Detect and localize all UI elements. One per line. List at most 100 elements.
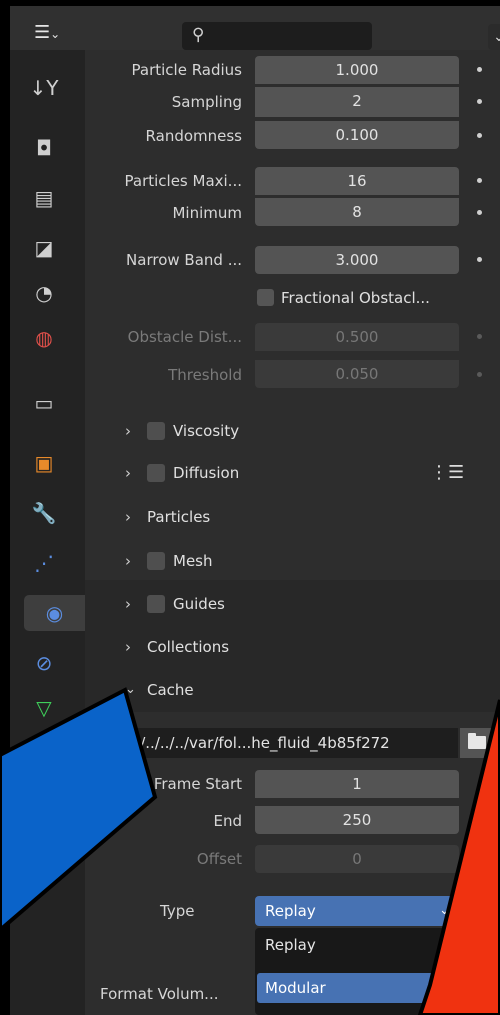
particles-label: Particles bbox=[147, 508, 211, 526]
output-tab-icon[interactable]: ▤ bbox=[24, 180, 64, 216]
randomness-row: Randomness 0.100 bbox=[85, 120, 500, 152]
particle-radius-field[interactable]: 1.000 bbox=[255, 56, 459, 84]
option-replay[interactable]: Replay bbox=[257, 930, 456, 960]
cache-panel-header[interactable]: ⌄ Cache bbox=[85, 670, 500, 710]
threshold-row: Threshold 0.050 bbox=[85, 359, 500, 391]
threshold-label: Threshold bbox=[168, 366, 242, 384]
threshold-field[interactable]: 0.050 bbox=[255, 360, 459, 388]
mesh-panel-header[interactable]: › Mesh bbox=[85, 541, 500, 581]
keyframe-dot-icon[interactable] bbox=[477, 257, 482, 262]
format-volumes-label: Format Volum... bbox=[100, 985, 219, 1003]
obstacle-distance-field[interactable]: 0.500 bbox=[255, 323, 459, 351]
guides-panel-header[interactable]: › Guides bbox=[85, 584, 500, 624]
keyframe-dot-icon[interactable] bbox=[477, 334, 482, 339]
editor-type-button[interactable]: ☰⌄ bbox=[34, 20, 74, 46]
obstacle-distance-label: Obstacle Dist... bbox=[127, 328, 242, 346]
collection-tab-icon[interactable]: ▭ bbox=[24, 385, 64, 421]
chevron-down-icon: ⌄ bbox=[50, 27, 61, 41]
collections-panel-header[interactable]: › Collections bbox=[85, 627, 500, 667]
sampling-row: Sampling 2 bbox=[85, 86, 500, 118]
offset-label: Offset bbox=[196, 850, 242, 868]
particles-maximum-label: Particles Maxi... bbox=[124, 172, 243, 190]
chevron-down-icon: ⌄ bbox=[125, 682, 136, 697]
mesh-checkbox[interactable] bbox=[147, 552, 165, 570]
render-tab-icon[interactable]: ◘ bbox=[24, 130, 64, 166]
keyframe-dot-icon[interactable] bbox=[477, 99, 482, 104]
viscosity-label: Viscosity bbox=[173, 422, 240, 440]
frame-end-field[interactable]: 250 bbox=[255, 806, 459, 834]
options-dropdown-button[interactable]: ⌄ bbox=[488, 24, 500, 50]
mesh-label: Mesh bbox=[173, 552, 213, 570]
cache-type-dropdown: Replay Modular bbox=[255, 928, 458, 1015]
cache-directory-field[interactable]: //../../../../../var/fol...he_fluid_4b85… bbox=[100, 728, 458, 758]
keyframe-dot-icon[interactable] bbox=[477, 178, 482, 183]
chevron-down-icon: ⌄ bbox=[439, 903, 450, 918]
viscosity-panel-header[interactable]: › Viscosity bbox=[85, 411, 500, 451]
physics-tab-icon[interactable]: ◉ bbox=[24, 595, 85, 631]
constraints-tab-icon[interactable]: ⊘ bbox=[24, 645, 64, 681]
keyframe-dot-icon[interactable] bbox=[477, 372, 482, 377]
option-modular[interactable]: Modular bbox=[257, 973, 456, 1003]
sampling-field[interactable]: 2 bbox=[255, 87, 459, 117]
editor-type-icon: ☰ bbox=[34, 22, 51, 43]
viscosity-checkbox[interactable] bbox=[147, 422, 165, 440]
modifier-tab-icon[interactable]: 🔧 bbox=[24, 495, 64, 531]
guides-label: Guides bbox=[173, 595, 225, 613]
particle-radius-label: Particle Radius bbox=[131, 61, 243, 79]
chevron-right-icon: › bbox=[125, 638, 131, 656]
object-tab-icon[interactable]: ▣ bbox=[24, 445, 64, 481]
keyframe-dot-icon[interactable] bbox=[477, 133, 482, 138]
keyframe-dot-icon[interactable] bbox=[477, 210, 482, 215]
data-tab-icon[interactable]: ▽ bbox=[24, 690, 64, 726]
diffusion-checkbox[interactable] bbox=[147, 464, 165, 482]
cache-label: Cache bbox=[147, 681, 194, 699]
app-window: ☰⌄ ⚲ ⌄ ↓Y ◘ ▤ ◪ ◔ ◍ ▭ ▣ 🔧 ⋰ ◉ ⊘ ▽ ◑ Particle Radius 1… bbox=[0, 0, 500, 1015]
frame-end-row: End 250 bbox=[85, 805, 500, 837]
search-input[interactable]: ⚲ bbox=[182, 22, 372, 50]
particles-maximum-field[interactable]: 16 bbox=[255, 167, 459, 195]
presets-list-icon[interactable]: ⋮☰ bbox=[430, 453, 464, 493]
sampling-label: Sampling bbox=[171, 93, 242, 111]
frame-start-label: Frame Start bbox=[153, 775, 242, 793]
material-tab-icon[interactable]: ◑ bbox=[24, 738, 64, 774]
obstacle-distance-row: Obstacle Dist... 0.500 bbox=[85, 321, 500, 353]
search-icon: ⚲ bbox=[192, 25, 205, 45]
narrow-band-field[interactable]: 3.000 bbox=[255, 246, 459, 274]
chevron-right-icon: › bbox=[125, 595, 131, 613]
offset-row: Offset 0 bbox=[85, 843, 500, 875]
cache-type-value: Replay bbox=[265, 902, 316, 920]
frame-start-field[interactable]: 1 bbox=[255, 770, 459, 798]
world-tab-icon[interactable]: ◍ bbox=[24, 320, 64, 356]
folder-icon bbox=[468, 733, 486, 749]
diffusion-label: Diffusion bbox=[173, 464, 240, 482]
diffusion-panel-header[interactable]: › Diffusion ⋮☰ bbox=[85, 453, 500, 493]
minimum-field[interactable]: 8 bbox=[255, 198, 459, 226]
view-layer-tab-icon[interactable]: ◪ bbox=[24, 230, 64, 266]
cache-type-select[interactable]: Replay ⌄ bbox=[255, 896, 458, 926]
chevron-right-icon: › bbox=[125, 464, 131, 482]
scene-tab-icon[interactable]: ◔ bbox=[24, 275, 64, 311]
offset-field[interactable]: 0 bbox=[255, 845, 459, 873]
properties-tab-strip: ↓Y ◘ ▤ ◪ ◔ ◍ ▭ ▣ 🔧 ⋰ ◉ ⊘ ▽ ◑ bbox=[10, 50, 85, 1015]
collections-label: Collections bbox=[147, 638, 230, 656]
browse-folder-button[interactable] bbox=[460, 728, 494, 758]
particles-tab-icon[interactable]: ⋰ bbox=[24, 545, 64, 581]
type-label: Type bbox=[160, 902, 195, 920]
randomness-field[interactable]: 0.100 bbox=[255, 121, 459, 149]
fractional-obstacles-checkbox[interactable] bbox=[257, 289, 274, 306]
minimum-row: Minimum 8 bbox=[85, 197, 500, 229]
narrow-band-row: Narrow Band ... 3.000 bbox=[85, 244, 500, 276]
chevron-right-icon: › bbox=[125, 422, 131, 440]
particle-radius-row: Particle Radius 1.000 bbox=[85, 54, 500, 86]
chevron-down-icon: ⌄ bbox=[493, 29, 500, 45]
fractional-obstacles-row: Fractional Obstacl... bbox=[85, 282, 500, 314]
randomness-label: Randomness bbox=[145, 127, 242, 145]
frame-end-label: End bbox=[213, 812, 242, 830]
fractional-obstacles-label: Fractional Obstacl... bbox=[281, 289, 430, 307]
keyframe-dot-icon[interactable] bbox=[477, 67, 482, 72]
guides-checkbox[interactable] bbox=[147, 595, 165, 613]
particles-panel-header[interactable]: › Particles bbox=[85, 497, 500, 537]
frame-start-row: Frame Start 1 bbox=[85, 768, 500, 800]
tool-tab-icon[interactable]: ↓Y bbox=[24, 70, 64, 106]
narrow-band-label: Narrow Band ... bbox=[126, 251, 242, 269]
